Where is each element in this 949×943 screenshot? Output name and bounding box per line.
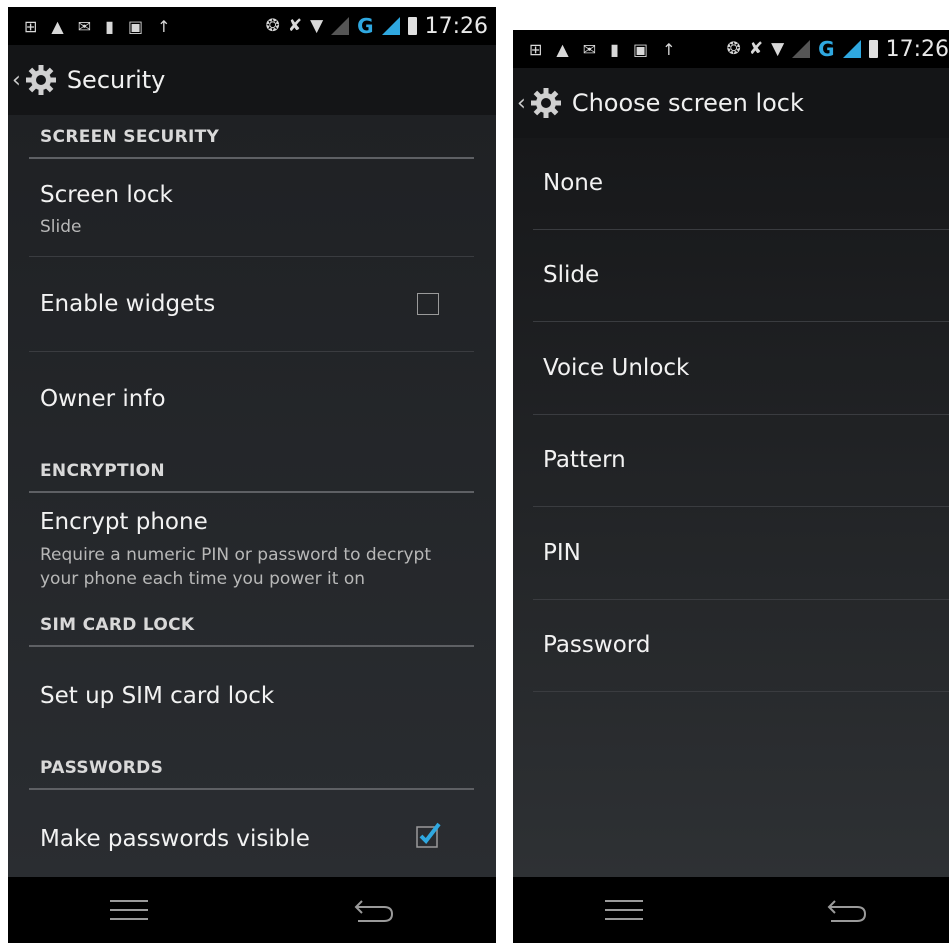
mail-icon: ✉ [77, 16, 92, 36]
section-header-screen-security: SCREEN SECURITY [40, 127, 220, 147]
settings-gear-icon [25, 65, 56, 95]
battery-icon [868, 40, 878, 58]
make-passwords-visible-checkbox[interactable] [413, 820, 443, 850]
image-icon: ▣ [632, 39, 649, 59]
divider [533, 229, 949, 230]
section-header-encryption: ENCRYPTION [40, 461, 165, 481]
screen-lock-options: None Slide Voice Unlock Pattern PIN Pass… [513, 138, 949, 877]
navigation-bar [8, 877, 496, 943]
section-divider [29, 157, 474, 159]
wifi-icon: ▼ [310, 16, 324, 36]
section-divider [29, 491, 474, 493]
notification-plus-icon: ⊞ [24, 16, 38, 36]
back-icon[interactable] [354, 897, 394, 923]
bluetooth-icon: ❂ [726, 39, 741, 59]
clock: 17:26 [424, 13, 488, 39]
warning-icon: ▲ [556, 39, 569, 59]
divider [533, 414, 949, 415]
page-title: Security [66, 66, 166, 94]
clipboard-icon: ▮ [610, 39, 619, 59]
enable-widgets-title: Enable widgets [40, 291, 216, 317]
clipboard-icon: ▮ [105, 16, 114, 36]
encrypt-phone-summary-line2: your phone each time you power it on [40, 569, 366, 589]
choose-screen-lock-screen: ⊞ ▲ ✉ ▮ ▣ ↑ ❂ ✘ ▼ G 17:26 ‹ Choose scree… [513, 30, 949, 943]
divider [29, 256, 474, 257]
enable-widgets-checkbox[interactable] [417, 293, 439, 315]
section-header-sim-card-lock: SIM CARD LOCK [40, 615, 195, 635]
navigation-bar [513, 877, 949, 943]
screen-lock-title: Screen lock [40, 182, 173, 208]
divider [533, 321, 949, 322]
back-chevron-icon[interactable]: ‹ [12, 68, 21, 93]
upload-icon: ↑ [662, 39, 676, 59]
upload-icon: ↑ [157, 16, 171, 36]
page-title: Choose screen lock [571, 89, 804, 117]
section-divider [29, 788, 474, 790]
divider [29, 351, 474, 352]
image-icon: ▣ [127, 16, 144, 36]
mail-icon: ✉ [582, 39, 597, 59]
status-bar: ⊞ ▲ ✉ ▮ ▣ ↑ ❂ ✘ ▼ G 17:26 [8, 7, 496, 45]
menu-icon[interactable] [605, 899, 643, 921]
owner-info-title: Owner info [40, 386, 166, 412]
warning-icon: ▲ [51, 16, 64, 36]
settings-gear-icon [530, 88, 561, 118]
signal-weak-icon [792, 40, 811, 58]
signal-icon [842, 40, 861, 58]
muted-icon: ✘ [748, 39, 764, 59]
option-voice-unlock[interactable]: Voice Unlock [543, 355, 689, 381]
notification-plus-icon: ⊞ [529, 39, 543, 59]
make-passwords-visible-title: Make passwords visible [40, 826, 310, 852]
network-type: G [357, 14, 374, 38]
wifi-icon: ▼ [771, 39, 785, 59]
screen-lock-summary: Slide [40, 217, 82, 237]
settings-list: SCREEN SECURITY Screen lock Slide Enable… [8, 115, 496, 877]
divider [533, 506, 949, 507]
network-type: G [818, 37, 835, 61]
action-bar[interactable]: ‹ Choose screen lock [513, 68, 949, 138]
back-icon[interactable] [827, 897, 867, 923]
status-bar: ⊞ ▲ ✉ ▮ ▣ ↑ ❂ ✘ ▼ G 17:26 [513, 30, 949, 68]
action-bar[interactable]: ‹ Security [8, 45, 496, 115]
set-up-sim-lock-title: Set up SIM card lock [40, 683, 275, 709]
section-divider [29, 645, 474, 647]
bluetooth-icon: ❂ [265, 16, 280, 36]
section-header-passwords: PASSWORDS [40, 758, 164, 778]
option-slide[interactable]: Slide [543, 262, 599, 288]
muted-icon: ✘ [287, 16, 303, 36]
option-none[interactable]: None [543, 170, 603, 196]
encrypt-phone-summary-line1: Require a numeric PIN or password to dec… [40, 545, 431, 565]
divider [533, 599, 949, 600]
signal-weak-icon [331, 17, 350, 35]
encrypt-phone-title: Encrypt phone [40, 509, 208, 535]
menu-icon[interactable] [110, 899, 148, 921]
security-screen: ⊞ ▲ ✉ ▮ ▣ ↑ ❂ ✘ ▼ G 17:26 ‹ Security SCR… [8, 7, 496, 943]
signal-icon [381, 17, 400, 35]
option-pattern[interactable]: Pattern [543, 447, 626, 473]
battery-icon [407, 17, 417, 35]
divider [533, 691, 949, 692]
option-password[interactable]: Password [543, 632, 650, 658]
option-pin[interactable]: PIN [543, 540, 581, 566]
back-chevron-icon[interactable]: ‹ [517, 91, 526, 116]
clock: 17:26 [885, 36, 949, 62]
